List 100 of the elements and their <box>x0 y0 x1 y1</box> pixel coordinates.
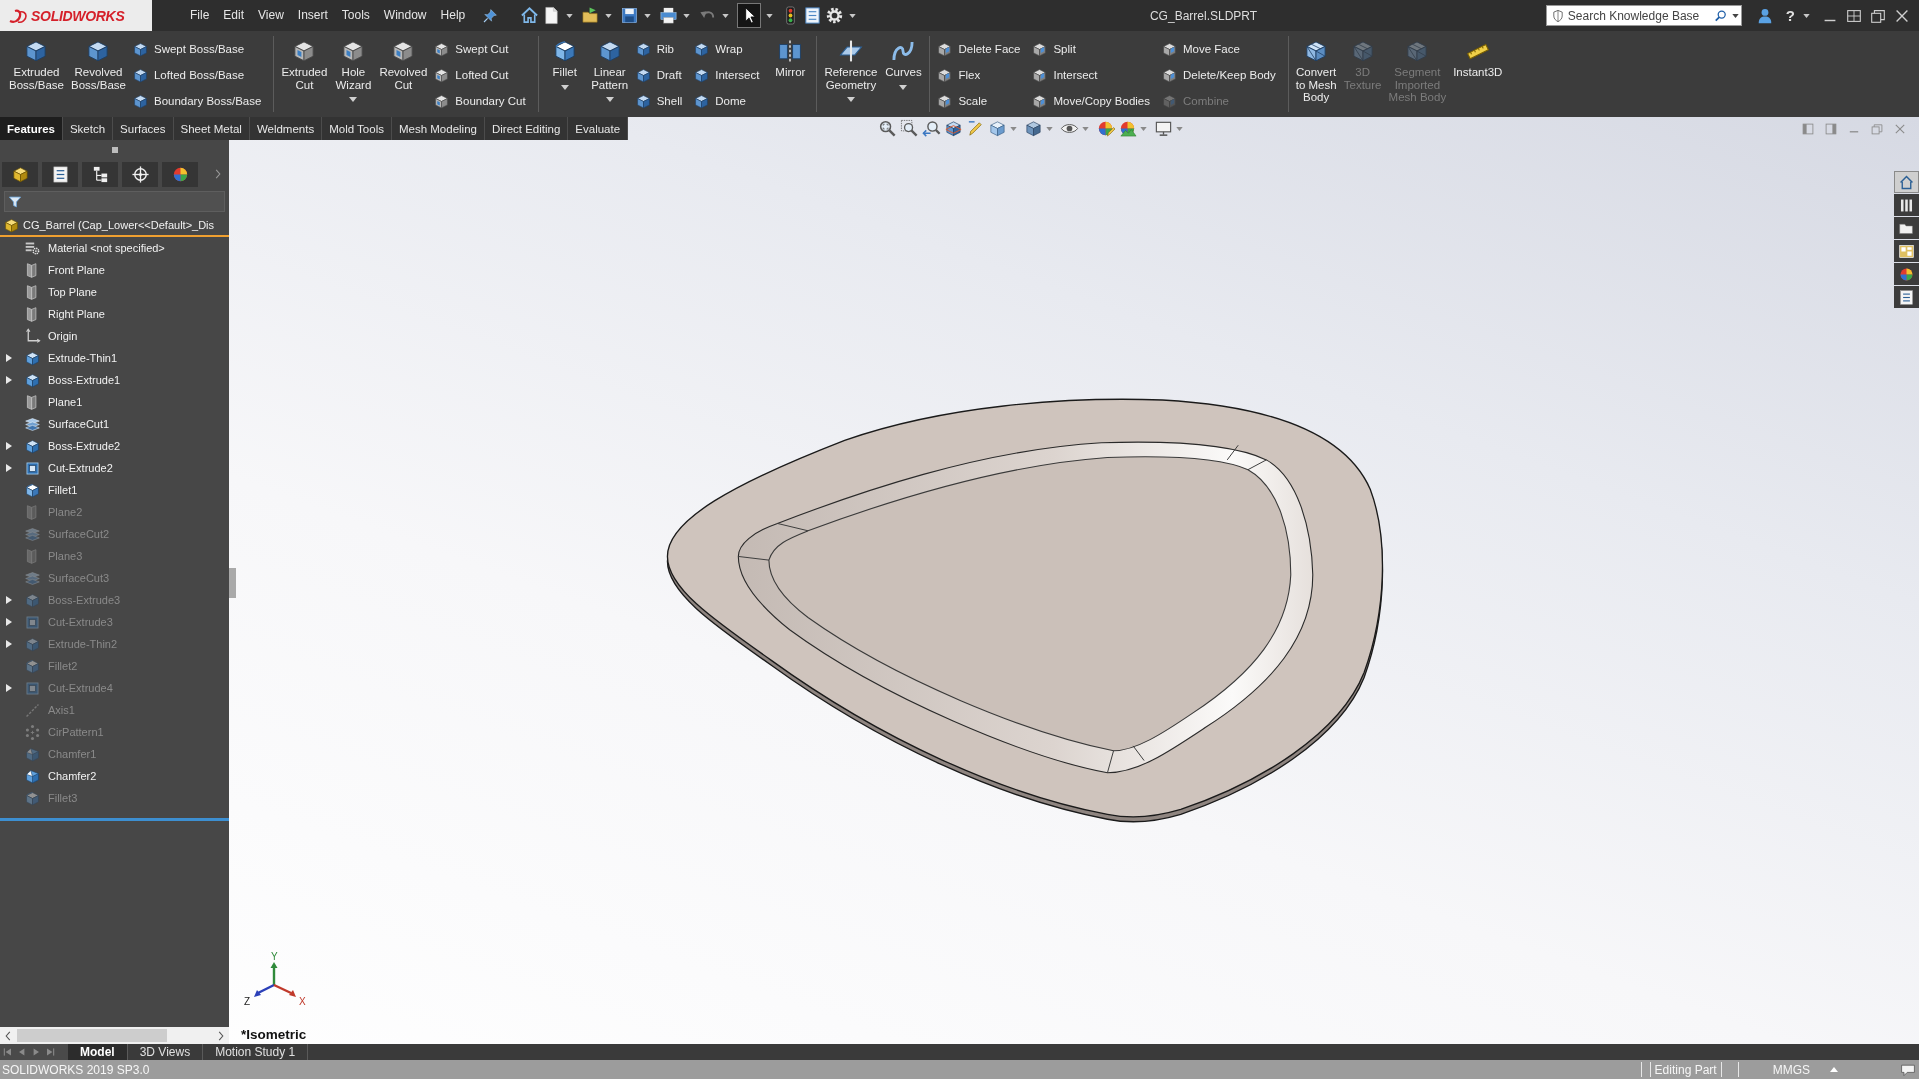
expand-arrow-icon[interactable] <box>6 464 12 472</box>
command-button[interactable]: Split <box>1031 36 1156 62</box>
tree-item[interactable]: SurfaceCut1 <box>0 413 229 435</box>
command-button[interactable]: Shell <box>634 88 689 114</box>
tab[interactable]: Weldments <box>249 117 323 140</box>
filter-field[interactable] <box>4 191 225 212</box>
expand-arrow-icon[interactable] <box>6 376 12 384</box>
command-button[interactable]: Move Face <box>1161 36 1282 62</box>
caret-icon[interactable] <box>560 84 569 90</box>
command-button[interactable]: Dome <box>693 88 766 114</box>
tree-item[interactable]: Extrude-Thin1 <box>0 347 229 369</box>
caret-up-icon[interactable] <box>1830 1067 1838 1072</box>
command-button[interactable]: Extruded Boss/Base <box>8 36 65 91</box>
menu-item[interactable]: Help <box>433 0 473 31</box>
command-button[interactable]: Intersect <box>1031 62 1156 88</box>
skip-first-icon[interactable] <box>2 1046 14 1058</box>
sphere-pencil-icon[interactable] <box>1096 119 1116 138</box>
task-pane-tab[interactable] <box>1894 194 1919 216</box>
zoom-to-area-icon[interactable] <box>900 119 920 138</box>
command-button[interactable]: Convert to Mesh Body <box>1294 36 1338 104</box>
task-pane-tab[interactable] <box>1894 240 1919 262</box>
command-button[interactable]: Mirror <box>770 36 811 79</box>
menu-item[interactable]: Window <box>376 0 434 31</box>
section-view-icon[interactable] <box>944 119 964 138</box>
caret-icon[interactable] <box>849 13 857 18</box>
panel-tab[interactable] <box>122 161 158 187</box>
command-button[interactable]: Hole Wizard <box>333 36 374 102</box>
skip-last-icon[interactable] <box>44 1046 56 1058</box>
tab[interactable]: Evaluate <box>568 117 629 140</box>
sphere-landscape-icon[interactable] <box>1118 119 1138 138</box>
command-button[interactable]: Lofted Boss/Base <box>131 62 268 88</box>
tree-item[interactable]: Fillet1 <box>0 479 229 501</box>
open-folder-icon[interactable] <box>581 6 601 25</box>
tab[interactable]: Direct Editing <box>484 117 569 140</box>
tree-item[interactable]: Boss-Extrude1 <box>0 369 229 391</box>
command-button[interactable]: Revolved Boss/Base <box>70 36 127 91</box>
panel-tab[interactable] <box>82 161 118 187</box>
grip-icon[interactable] <box>111 147 118 153</box>
menu-item[interactable]: Insert <box>290 0 335 31</box>
save-icon[interactable] <box>620 6 640 25</box>
select-tool-button[interactable] <box>737 3 762 28</box>
expand-arrow-icon[interactable] <box>6 442 12 450</box>
tree-item[interactable]: Top Plane <box>0 281 229 303</box>
home-icon[interactable] <box>520 6 540 25</box>
tab[interactable]: Sheet Metal <box>173 117 250 140</box>
command-button[interactable]: Lofted Cut <box>433 62 532 88</box>
horizontal-scrollbar[interactable] <box>0 1027 229 1044</box>
caret-icon[interactable] <box>1731 13 1739 18</box>
menu-item[interactable]: View <box>251 0 291 31</box>
tab[interactable]: Model <box>68 1044 128 1060</box>
settings-icon[interactable] <box>825 6 845 25</box>
tab[interactable]: Sketch <box>62 117 114 140</box>
command-button[interactable]: Delete/Keep Body <box>1161 62 1282 88</box>
command-button[interactable]: Intersect <box>693 62 766 88</box>
panel-collapse-handle[interactable] <box>229 568 236 598</box>
command-button[interactable]: Boundary Boss/Base <box>131 88 268 114</box>
tree-item[interactable]: Plane1 <box>0 391 229 413</box>
command-button[interactable]: Revolved Cut <box>378 36 429 91</box>
tree-item[interactable]: Material <not specified> <box>0 237 229 259</box>
tab[interactable]: Features <box>0 117 63 140</box>
command-button[interactable]: Flex <box>936 62 1027 88</box>
view-cube-icon[interactable] <box>988 119 1008 138</box>
caret-icon[interactable] <box>566 13 574 18</box>
scrollbar-thumb[interactable] <box>17 1029 167 1042</box>
expand-arrow-icon[interactable] <box>6 354 12 362</box>
monitor-icon[interactable] <box>1154 119 1174 138</box>
command-button[interactable]: Curves <box>883 36 924 90</box>
search-icon[interactable] <box>1713 8 1728 23</box>
caret-icon[interactable] <box>846 97 855 102</box>
magnifier-arrow-icon[interactable] <box>922 119 942 138</box>
expand-arrow-icon[interactable] <box>6 640 12 648</box>
command-button[interactable]: Move/Copy Bodies <box>1031 88 1156 114</box>
menu-item[interactable]: Tools <box>334 0 377 31</box>
caret-icon[interactable] <box>605 97 614 102</box>
tree-item[interactable]: Cut-Extrude2 <box>0 457 229 479</box>
pushpin-icon[interactable] <box>482 7 499 24</box>
caret-icon[interactable] <box>722 13 730 18</box>
tab[interactable]: Mold Tools <box>322 117 392 140</box>
tree-item[interactable]: Front Plane <box>0 259 229 281</box>
task-pane-tab[interactable] <box>1894 217 1919 239</box>
expand-arrow-icon[interactable] <box>6 618 12 626</box>
menu-item[interactable]: Edit <box>216 0 252 31</box>
caret-icon[interactable] <box>349 97 358 102</box>
tab[interactable]: Mesh Modeling <box>391 117 485 140</box>
shaded-cube-icon[interactable] <box>1024 119 1044 138</box>
caret-icon[interactable] <box>766 13 774 18</box>
caret-icon[interactable] <box>1803 13 1810 18</box>
tile-left-icon[interactable] <box>1801 121 1815 136</box>
command-button[interactable]: Swept Boss/Base <box>131 36 268 62</box>
command-button[interactable]: Extruded Cut <box>280 36 329 91</box>
task-pane-tab[interactable] <box>1894 286 1919 308</box>
panel-tab[interactable] <box>162 161 198 187</box>
zoom-to-fit-icon[interactable] <box>878 119 898 138</box>
tree-item[interactable]: CG_Barrel (Cap_Lower<<Default>_Dis <box>0 215 229 237</box>
panel-tab[interactable] <box>2 161 38 187</box>
command-button[interactable]: Swept Cut <box>433 36 532 62</box>
command-button[interactable]: Rib <box>634 36 689 62</box>
command-button[interactable]: Scale <box>936 88 1027 114</box>
command-button[interactable]: Reference Geometry <box>823 36 879 102</box>
list-icon[interactable] <box>803 6 823 25</box>
